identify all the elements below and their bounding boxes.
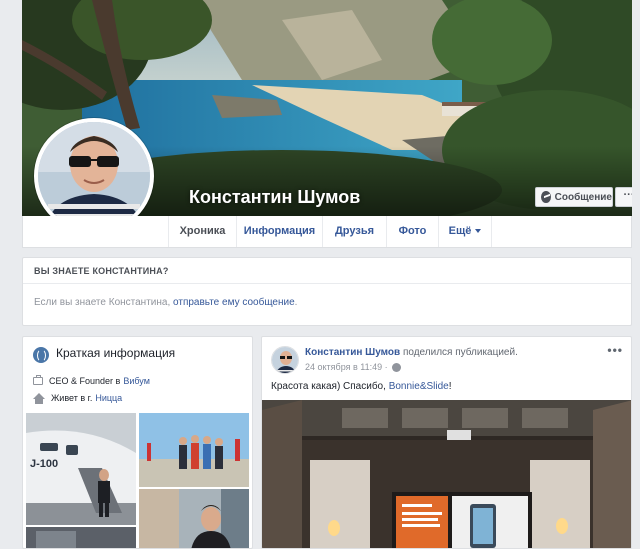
post-timestamp[interactable]: 24 октября в 11:49 · [305,362,401,372]
avatar-image [38,122,150,230]
timeline-post: Константин Шумов поделился публикацией. … [261,336,632,549]
globe-icon [33,347,49,363]
mention-link[interactable]: Bonnie&Slide [389,381,449,392]
do-you-know-title: ВЫ ЗНАЕТЕ КОНСТАНТИНА? [34,266,169,276]
tab-photos[interactable]: Фото [386,216,438,247]
post-header: Константин Шумов поделился публикацией. [305,347,518,358]
do-you-know-text: Если вы знаете Константина, отправьте ем… [34,297,297,308]
profile-name[interactable]: Константин Шумов [189,187,360,208]
post-image-conference [262,400,631,548]
post-author-avatar[interactable] [271,346,299,374]
photo-extra-image [26,527,136,548]
briefcase-icon [33,375,43,385]
post-avatar-image [272,347,298,373]
post-options-button[interactable]: ••• [607,343,623,357]
photo-group-image [139,413,249,487]
tab-timeline[interactable]: Хроника [168,216,236,247]
caret-down-icon [475,229,482,233]
work-text: CEO & Founder в [49,376,121,386]
tab-friends[interactable]: Друзья [322,216,386,247]
post-text: Красота какая) Спасибо, Bonnie&Slide! [271,381,452,392]
intro-location-row: Живет в г. Ницца [33,393,122,404]
profile-tab-bar: Хроника Информация Друзья Фото Ещё [22,216,632,248]
post-action-text: поделился публикацией. [400,347,518,358]
message-button-label: Сообщение [554,191,612,203]
live-text: Живет в г. [51,393,93,403]
live-city-link[interactable]: Ницца [95,393,122,403]
home-icon [33,393,45,404]
messenger-icon [541,191,551,203]
intro-title: Краткая информация [56,346,176,360]
tab-more[interactable]: Ещё [438,216,492,247]
tab-about[interactable]: Информация [236,216,322,247]
intro-card: Краткая информация CEO & Founder в Вибум… [22,336,253,549]
photo-portrait-image [139,489,249,548]
photo-thumbnail-portrait[interactable] [139,489,249,548]
photo-thumbnail-jet[interactable]: J-100 [26,413,136,525]
post-text-prefix: Красота какая) Спасибо, [271,381,389,392]
do-you-know-prefix: Если вы знаете Константина, [34,297,174,308]
public-globe-icon [391,362,401,372]
intro-work-row: CEO & Founder в Вибум [33,375,150,386]
photo-thumbnail-group[interactable] [139,413,249,487]
post-text-suffix: ! [448,381,452,392]
post-author-link[interactable]: Константин Шумов [305,347,400,358]
message-button[interactable]: Сообщение [535,187,613,207]
post-shared-image[interactable] [262,400,631,548]
post-time-text: 24 октября в 11:49 · [305,362,388,372]
divider [23,283,631,284]
do-you-know-suffix: . [294,297,298,308]
do-you-know-card: ВЫ ЗНАЕТЕ КОНСТАНТИНА? Если вы знаете Ко… [22,257,632,326]
work-company-link[interactable]: Вибум [123,376,150,386]
svg-text:J-100: J-100 [30,458,58,470]
send-message-link[interactable]: отправьте ему сообщение [173,297,295,308]
tab-more-label: Ещё [448,225,472,237]
more-actions-button[interactable]: ··· [615,187,632,207]
photo-jet-image: J-100 [26,413,136,525]
photo-thumbnail-extra[interactable] [26,527,136,548]
